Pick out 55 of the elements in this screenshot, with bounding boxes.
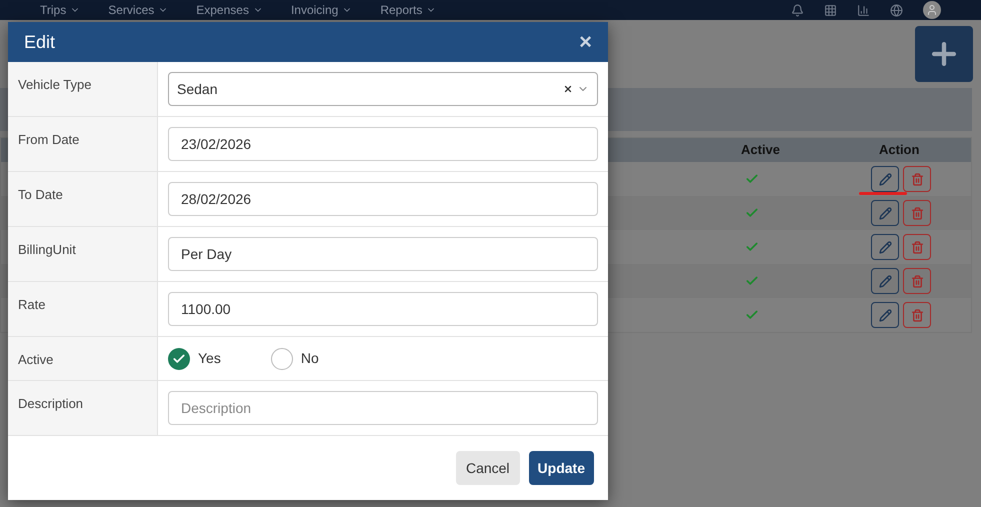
cancel-button[interactable]: Cancel (456, 451, 520, 485)
edit-icon (878, 240, 892, 254)
edit-button[interactable] (871, 268, 899, 294)
radio-option[interactable]: Yes (168, 348, 221, 370)
field-label: Vehicle Type (8, 62, 158, 116)
field-label: BillingUnit (8, 227, 158, 281)
trash-icon (910, 172, 924, 186)
nav-menu-item[interactable]: Services (108, 1, 168, 19)
nav-menu-item[interactable]: Invoicing (290, 1, 352, 19)
edit-icon (878, 308, 892, 322)
clear-icon[interactable] (563, 84, 573, 94)
grid-icon[interactable] (824, 4, 837, 16)
nav-menu-item[interactable]: Expenses (196, 1, 263, 19)
edit-button[interactable] (871, 302, 899, 328)
radio-checked-icon[interactable] (168, 348, 190, 370)
select-value: Sedan (177, 80, 218, 98)
delete-button[interactable] (903, 268, 931, 294)
input-field[interactable]: 28/02/2026 (168, 182, 598, 216)
nav-menu-item[interactable]: Trips (40, 1, 80, 19)
edit-button[interactable] (871, 234, 899, 260)
delete-button[interactable] (903, 200, 931, 226)
column-header: Action (878, 141, 920, 160)
field-label: Description (8, 381, 158, 435)
update-button[interactable]: Update (528, 451, 594, 485)
bell-icon[interactable] (791, 4, 804, 16)
input-field[interactable]: 23/02/2026 (168, 127, 598, 161)
edit-icon (878, 172, 892, 186)
radio-unchecked-icon[interactable] (270, 348, 293, 370)
add-button[interactable] (915, 26, 973, 82)
radio-option[interactable]: No (270, 348, 319, 370)
field-label: From Date (8, 117, 158, 171)
field-label: To Date (8, 172, 158, 226)
trash-icon (910, 308, 924, 322)
edit-icon (878, 206, 892, 220)
nav-menu-item[interactable]: Reports (380, 1, 436, 19)
delete-button[interactable] (903, 302, 931, 328)
dialog-title: Edit (24, 30, 56, 54)
input-field[interactable]: 1100.00 (168, 292, 598, 326)
globe-icon[interactable] (890, 4, 903, 16)
field-label: Active (8, 337, 158, 380)
trash-icon (910, 274, 924, 288)
input-field[interactable]: Per Day (168, 237, 598, 271)
select-field[interactable]: Sedan (168, 72, 598, 106)
chart-icon[interactable] (857, 4, 870, 16)
close-button[interactable]: × (579, 31, 592, 53)
edit-button[interactable] (871, 200, 899, 226)
trash-icon (910, 240, 924, 254)
input-field[interactable]: Description (168, 391, 598, 425)
avatar-icon[interactable] (923, 1, 941, 19)
field-label: Rate (8, 282, 158, 336)
column-header: Active (741, 141, 782, 160)
edit-icon (878, 274, 892, 288)
trash-icon (910, 206, 924, 220)
delete-button[interactable] (903, 166, 931, 192)
delete-button[interactable] (903, 234, 931, 260)
